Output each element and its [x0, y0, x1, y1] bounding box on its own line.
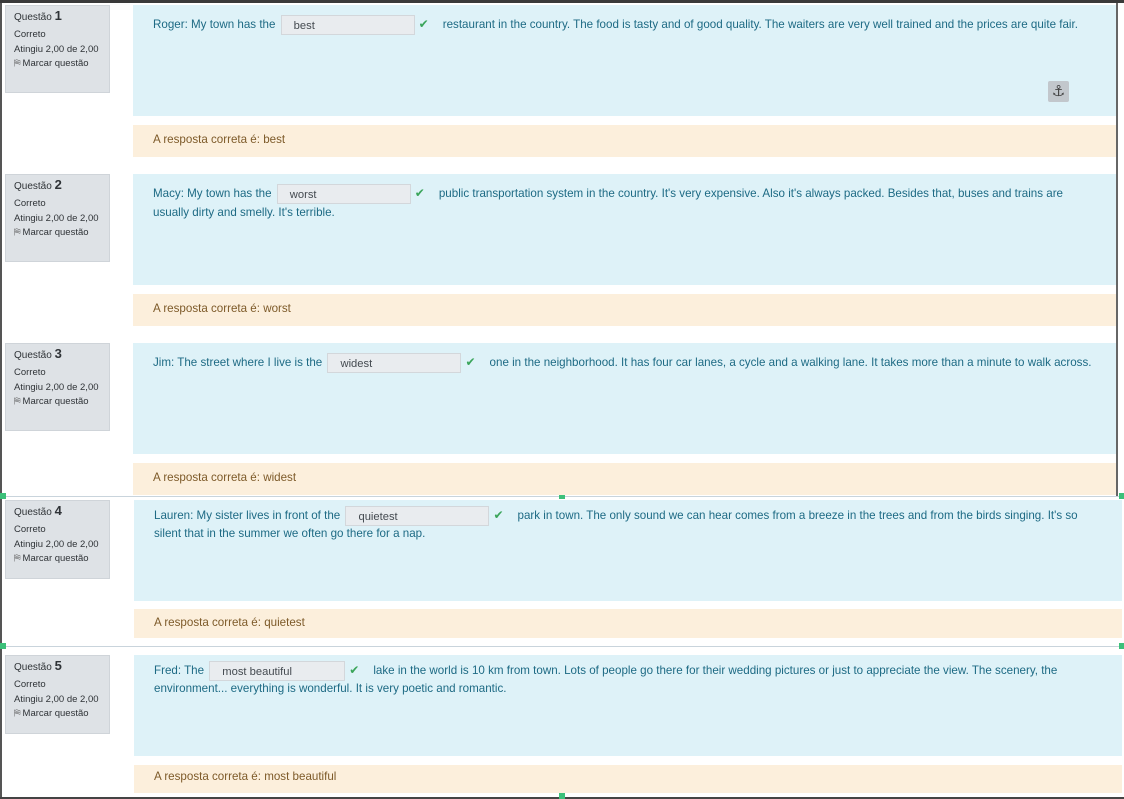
answer-input[interactable]: worst: [276, 184, 411, 204]
correct-answer: A resposta correta é: best: [133, 125, 1116, 157]
question-number: Questão 1: [14, 8, 62, 24]
question-state: Correto: [14, 198, 46, 209]
resize-handle[interactable]: [0, 643, 6, 649]
flag-question-link[interactable]: ⛿ Marcar questão: [14, 396, 101, 407]
question-info: Questão 4 Correto Atingiu 2,00 de 2,00 ⛿…: [5, 500, 110, 579]
answer-input[interactable]: most beautiful: [209, 661, 346, 681]
correct-answer: A resposta correta é: widest: [133, 463, 1116, 495]
check-icon: ✔: [493, 508, 504, 523]
answer-input[interactable]: quietest: [345, 506, 490, 526]
answer-input[interactable]: best: [280, 15, 415, 35]
flag-icon: ⛿: [14, 396, 21, 406]
check-icon: ✔: [418, 17, 429, 32]
flag-question-link[interactable]: ⛿ Marcar questão: [14, 708, 101, 719]
top-bar: [0, 0, 1124, 3]
anchor-icon[interactable]: ⚓: [1048, 81, 1069, 102]
question-info: Questão 1 Correto Atingiu 2,00 de 2,00 ⛿…: [5, 5, 110, 93]
question-text: Lauren: My sister lives in front of the …: [134, 500, 1122, 601]
correct-answer: A resposta correta é: worst: [133, 294, 1116, 326]
frame-right-border: [1116, 3, 1118, 496]
question-text: Fred: The most beautiful ✔ lake in the wor…: [134, 655, 1122, 756]
question-number: Questão 5: [14, 658, 62, 674]
question-grade: Atingiu 2,00 de 2,00: [14, 539, 99, 550]
correct-answer: A resposta correta é: quietest: [134, 609, 1122, 638]
resize-handle[interactable]: [559, 793, 565, 799]
question-grade: Atingiu 2,00 de 2,00: [14, 382, 99, 393]
flag-icon: ⛿: [14, 227, 21, 237]
question-state: Correto: [14, 29, 46, 40]
question-text: Jim: The street where I live is the wide…: [133, 343, 1116, 454]
resize-handle[interactable]: [1119, 493, 1124, 499]
correct-answer: A resposta correta é: most beautiful: [134, 765, 1122, 793]
resize-handle[interactable]: [1119, 643, 1124, 649]
answer-input[interactable]: widest: [327, 353, 462, 373]
check-icon: ✔: [349, 663, 360, 678]
question-state: Correto: [14, 367, 46, 378]
question-grade: Atingiu 2,00 de 2,00: [14, 694, 99, 705]
question-number: Questão 4: [14, 503, 62, 519]
question-grade: Atingiu 2,00 de 2,00: [14, 213, 99, 224]
flag-question-link[interactable]: ⛿ Marcar questão: [14, 227, 101, 238]
question-info: Questão 2 Correto Atingiu 2,00 de 2,00 ⛿…: [5, 174, 110, 262]
flag-question-link[interactable]: ⛿ Marcar questão: [14, 553, 101, 564]
frame-left-border: [0, 3, 2, 799]
check-icon: ✔: [414, 186, 425, 201]
question-state: Correto: [14, 524, 46, 535]
flag-icon: ⛿: [14, 58, 21, 68]
question-text: Roger: My town has the best ✔ restaurant i…: [133, 5, 1116, 116]
selection-line: [2, 646, 1122, 647]
flag-question-link[interactable]: ⛿ Marcar questão: [14, 58, 101, 69]
flag-icon: ⛿: [14, 708, 21, 718]
question-info: Questão 5 Correto Atingiu 2,00 de 2,00 ⛿…: [5, 655, 110, 734]
question-state: Correto: [14, 679, 46, 690]
question-info: Questão 3 Correto Atingiu 2,00 de 2,00 ⛿…: [5, 343, 110, 431]
resize-handle[interactable]: [0, 493, 6, 499]
question-grade: Atingiu 2,00 de 2,00: [14, 44, 99, 55]
check-icon: ✔: [465, 355, 476, 370]
question-text: Macy: My town has the worst ✔ public trans…: [133, 174, 1116, 285]
question-number: Questão 3: [14, 346, 62, 362]
question-number: Questão 2: [14, 177, 62, 193]
flag-icon: ⛿: [14, 553, 21, 563]
